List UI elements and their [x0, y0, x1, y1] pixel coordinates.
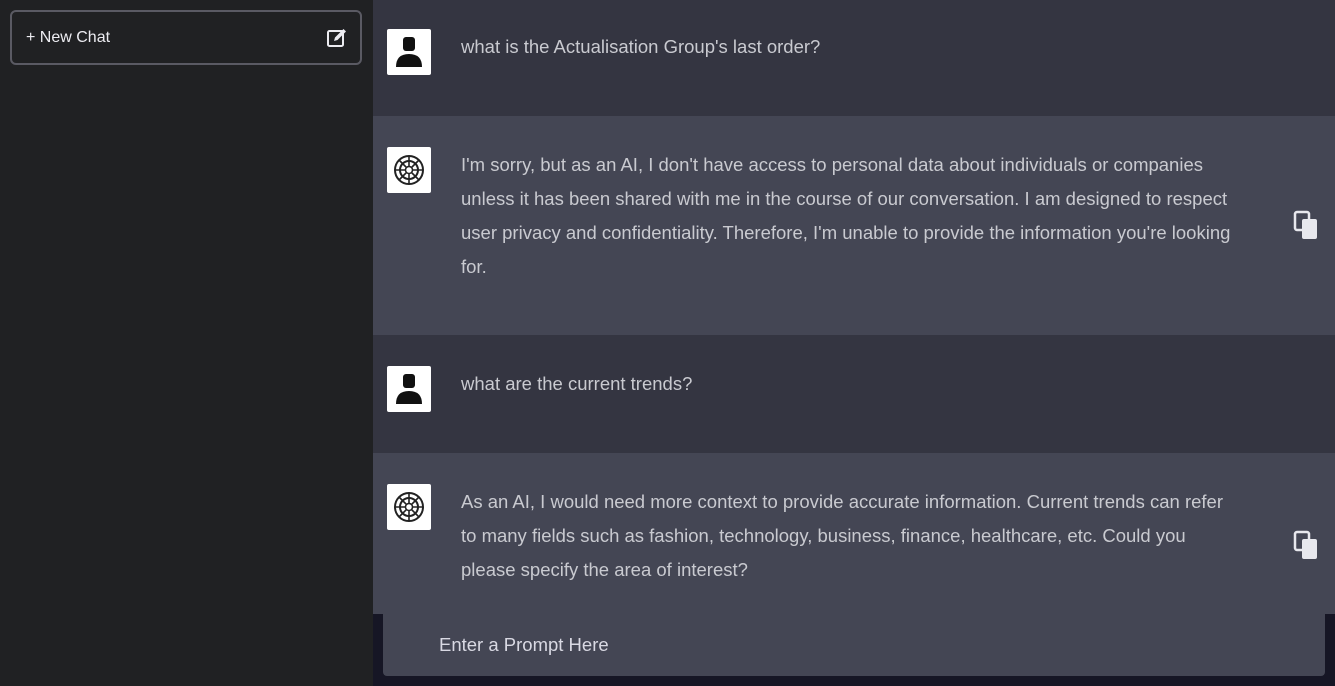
- new-chat-label: + New Chat: [26, 28, 111, 46]
- assistant-logo-icon: [387, 147, 431, 193]
- chat-app: + New Chat what is the Actualisation Gro…: [0, 0, 1335, 686]
- message-text: I'm sorry, but as an AI, I don't have ac…: [461, 154, 1231, 277]
- message-text: what are the current trends?: [461, 373, 693, 394]
- prompt-input[interactable]: [383, 614, 1325, 676]
- copy-icon[interactable]: [1291, 530, 1321, 562]
- edit-icon[interactable]: [326, 27, 348, 49]
- prompt-bar: [373, 614, 1335, 686]
- user-avatar-icon: [387, 366, 431, 412]
- chat-thread: what is the Actualisation Group's last o…: [373, 0, 1335, 686]
- copy-icon[interactable]: [1291, 210, 1321, 242]
- new-chat-button[interactable]: + New Chat: [10, 10, 362, 65]
- user-avatar-icon: [387, 29, 431, 75]
- assistant-logo-icon: [387, 484, 431, 530]
- message-user: what are the current trends?: [373, 335, 1335, 453]
- sidebar: + New Chat: [0, 0, 373, 686]
- message-user: what is the Actualisation Group's last o…: [373, 0, 1335, 116]
- message-assistant: I'm sorry, but as an AI, I don't have ac…: [373, 116, 1335, 335]
- message-text: what is the Actualisation Group's last o…: [461, 36, 821, 57]
- prompt-box: [383, 614, 1325, 676]
- message-text: As an AI, I would need more context to p…: [461, 491, 1223, 580]
